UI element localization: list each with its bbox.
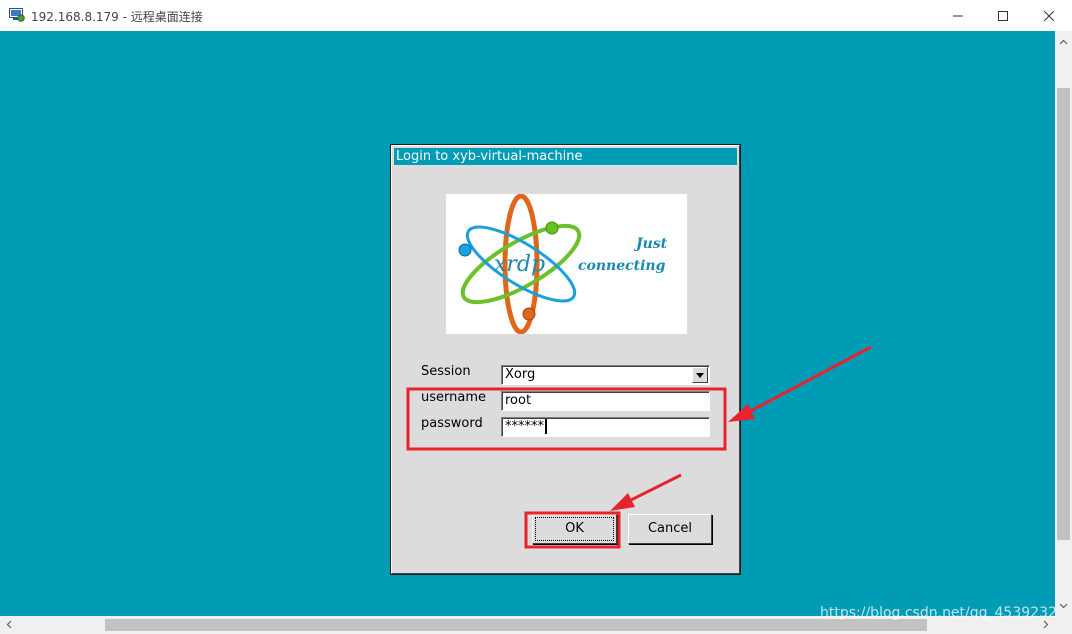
remote-desktop-icon	[9, 8, 25, 22]
maximize-button[interactable]	[980, 0, 1026, 31]
minimize-button[interactable]	[935, 0, 981, 31]
cancel-button[interactable]: Cancel	[628, 514, 712, 544]
session-label: Session	[421, 364, 471, 379]
maximize-icon	[998, 10, 1008, 21]
scrollbar-corner	[1055, 616, 1072, 634]
scroll-up-icon[interactable]	[1059, 38, 1068, 47]
session-select[interactable]: Xorg	[501, 365, 710, 385]
chevron-down-icon	[696, 373, 704, 378]
close-icon	[1043, 10, 1055, 22]
password-label: password	[421, 416, 483, 431]
password-value: ******	[505, 419, 544, 434]
window-title: 192.168.8.179 - 远程桌面连接	[31, 10, 203, 24]
xrdp-atom-logo-icon: xrdp Just connecting	[458, 193, 668, 335]
svg-text:xrdp: xrdp	[494, 252, 545, 277]
session-value: Xorg	[505, 367, 536, 382]
close-button[interactable]	[1026, 0, 1072, 31]
window-title-bar: 192.168.8.179 - 远程桌面连接	[0, 0, 1072, 32]
minimize-icon	[953, 15, 963, 17]
scroll-right-icon[interactable]	[1041, 620, 1050, 629]
watermark-text: https://blog.csdn.net/qq_4539232	[820, 605, 1055, 621]
username-field[interactable]: root	[501, 391, 710, 411]
vertical-scrollbar[interactable]	[1055, 31, 1072, 616]
xrdp-login-dialog: Login to xyb-virtual-machine xrdp Just c…	[390, 144, 741, 575]
password-field[interactable]: ******	[501, 417, 710, 437]
username-label: username	[421, 390, 486, 405]
dialog-title: Login to xyb-virtual-machine	[394, 148, 737, 165]
text-caret	[545, 419, 547, 434]
svg-text:Just: Just	[633, 236, 668, 252]
vertical-scroll-thumb[interactable]	[1057, 88, 1070, 540]
scroll-down-icon[interactable]	[1059, 601, 1068, 610]
dropdown-button[interactable]	[692, 367, 708, 383]
scroll-left-icon[interactable]	[5, 620, 14, 629]
horizontal-scroll-thumb[interactable]	[105, 619, 927, 631]
username-value: root	[505, 393, 532, 408]
ok-button[interactable]: OK	[532, 514, 617, 544]
svg-text:connecting: connecting	[578, 258, 666, 274]
xrdp-logo: xrdp Just connecting	[446, 193, 687, 335]
